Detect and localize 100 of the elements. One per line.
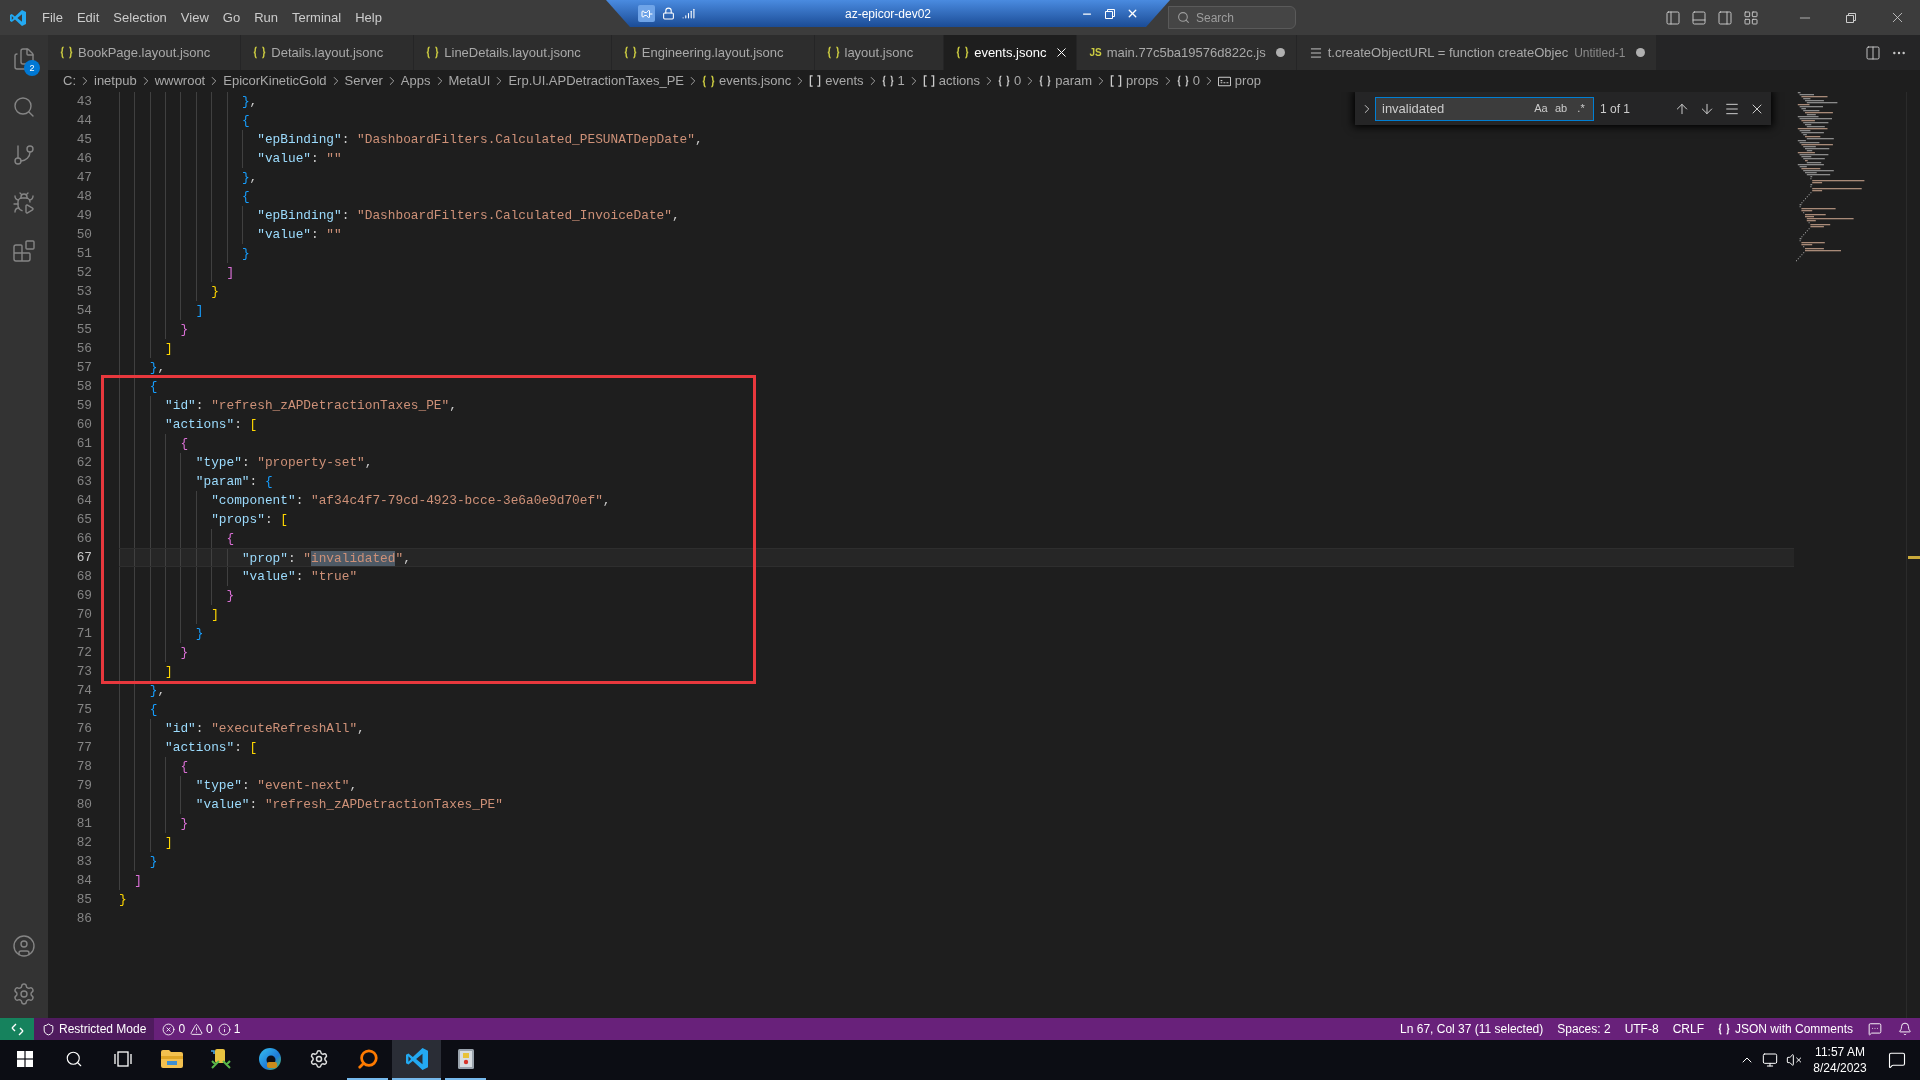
breadcrumb-item[interactable]: props: [1110, 71, 1159, 91]
tab[interactable]: t.createObjectURL = function createObjec Untitled-1: [1296, 35, 1657, 70]
code-line: "id": "refresh_zAPDetractionTaxes_PE",: [165, 397, 457, 415]
status-item[interactable]: UTF-8: [1617, 1018, 1666, 1040]
braces-icon: [623, 46, 637, 59]
tab[interactable]: JS main.77c5ba19576d822c.js: [1077, 35, 1297, 70]
menu-item[interactable]: Selection: [106, 6, 174, 29]
line-number: 77: [75, 739, 92, 757]
line-number: 46: [75, 150, 92, 168]
breadcrumb-item[interactable]: prop: [1217, 71, 1261, 91]
line-number: 48: [75, 188, 92, 206]
panel-right-icon[interactable]: [1717, 9, 1733, 26]
line-number: 85: [75, 891, 92, 909]
tools-icon[interactable]: [209, 1048, 232, 1070]
tab[interactable]: events.jsonc: [944, 35, 1078, 70]
split-editor-icon[interactable]: [1865, 44, 1881, 61]
code-line: },: [149, 359, 166, 377]
option-toggle[interactable]: .*: [1571, 99, 1591, 118]
breadcrumb-item[interactable]: MetaUI: [448, 71, 491, 91]
restricted-mode-button[interactable]: Restricted Mode: [34, 1018, 155, 1040]
tab[interactable]: LineDetails.layout.jsonc: [414, 35, 612, 70]
folder-icon[interactable]: [160, 1050, 183, 1068]
status-item[interactable]: Ln 67, Col 37 (11 selected): [1393, 1018, 1551, 1040]
menu-item[interactable]: View: [173, 6, 216, 29]
option-toggle[interactable]: Aa: [1531, 99, 1551, 118]
line-number: 53: [75, 283, 92, 301]
breadcrumb-item[interactable]: 0: [998, 71, 1022, 91]
files-icon[interactable]: [12, 47, 36, 71]
line-number: 47: [75, 169, 92, 187]
breadcrumb-item[interactable]: EpicorKineticGold: [223, 71, 327, 91]
browser-icon[interactable]: [258, 1048, 281, 1070]
option-toggle[interactable]: ab: [1551, 99, 1571, 118]
line-number: 51: [75, 245, 92, 263]
breadcrumb-item[interactable]: Server: [344, 71, 383, 91]
code-line: }: [180, 815, 189, 833]
status-item[interactable]: JSON with Comments: [1710, 1018, 1860, 1040]
panel-bottom-icon[interactable]: [1691, 9, 1707, 26]
breadcrumb-item[interactable]: actions: [922, 71, 980, 91]
breadcrumb-item[interactable]: 1: [881, 71, 905, 91]
menu-item[interactable]: Edit: [69, 6, 107, 29]
session-title: az-epicor-dev02: [844, 5, 931, 23]
muted-speaker-icon[interactable]: [1786, 1052, 1802, 1068]
code-line: "value": "refresh_zAPDetractionTaxes_PE": [195, 796, 503, 814]
line-number: 57: [75, 359, 92, 377]
breadcrumb-item[interactable]: param: [1039, 71, 1093, 91]
pin-icon[interactable]: [638, 5, 655, 22]
find-input[interactable]: invalidated Aa ab .*: [1375, 96, 1594, 121]
breadcrumb-item[interactable]: C:: [63, 71, 76, 91]
task-view-icon[interactable]: [113, 1051, 132, 1067]
document-app-icon[interactable]: [457, 1049, 474, 1069]
line-number: 84: [75, 872, 92, 890]
breadcrumb-item[interactable]: events.jsonc: [702, 71, 792, 91]
clock-time[interactable]: 11:57 AM: [1815, 1044, 1865, 1060]
editor-logo-icon[interactable]: [405, 1048, 428, 1070]
menu-item[interactable]: Terminal: [285, 6, 349, 29]
status-item[interactable]: CRLF: [1665, 1018, 1711, 1040]
clock-date[interactable]: 8/24/2023: [1813, 1060, 1867, 1076]
breadcrumb-item[interactable]: 0: [1176, 71, 1200, 91]
account-icon[interactable]: [12, 934, 36, 958]
layout-grid-icon[interactable]: [1743, 9, 1759, 26]
search-icon: [1177, 11, 1190, 24]
line-number: 49: [75, 207, 92, 225]
code-line: }: [180, 321, 189, 339]
braces-icon: [826, 46, 840, 59]
menu-item[interactable]: Help: [348, 6, 389, 29]
notification-icon[interactable]: [1888, 1051, 1906, 1069]
panel-left-icon[interactable]: [1665, 9, 1681, 26]
bug-play-icon[interactable]: [12, 191, 36, 215]
breadcrumb-item[interactable]: events: [809, 71, 864, 91]
settings-icon[interactable]: [12, 982, 36, 1006]
speech-bubble-icon[interactable]: [1868, 1022, 1882, 1036]
taskbar-button[interactable]: [392, 1040, 441, 1080]
network-icon[interactable]: [1762, 1052, 1778, 1068]
tab[interactable]: Details.layout.jsonc: [241, 35, 415, 70]
code-line: {: [149, 378, 158, 396]
code-line: ]: [226, 264, 235, 282]
bell-icon[interactable]: [1898, 1022, 1912, 1036]
menu-item[interactable]: File: [35, 6, 70, 29]
extensions-icon[interactable]: [12, 239, 36, 263]
menu-item[interactable]: Run: [247, 6, 285, 29]
start-icon[interactable]: [16, 1051, 33, 1067]
tab[interactable]: BookPage.layout.jsonc: [48, 35, 242, 70]
breadcrumb-item[interactable]: inetpub: [94, 71, 137, 91]
search-icon[interactable]: [64, 1050, 83, 1068]
status-item[interactable]: Spaces: 2: [1550, 1018, 1618, 1040]
problems-button[interactable]: 0 0 1: [154, 1018, 251, 1040]
tab[interactable]: layout.jsonc: [814, 35, 945, 70]
breadcrumb-item[interactable]: Erp.UI.APDetractionTaxes_PE: [508, 71, 684, 91]
magnifier-icon[interactable]: [356, 1048, 379, 1070]
restore-icon[interactable]: [1846, 12, 1856, 23]
search-field[interactable]: Search: [1168, 6, 1296, 29]
close-icon[interactable]: [1126, 7, 1139, 20]
menu-item[interactable]: Go: [215, 6, 248, 29]
breadcrumb-item[interactable]: wwwroot: [154, 71, 206, 91]
branch-icon[interactable]: [12, 143, 36, 167]
code-line: "epBinding": "DashboardFilters.Calculated_InvoiceDate",: [257, 207, 680, 225]
string-symbol-icon: [1217, 74, 1231, 88]
gear-icon[interactable]: [308, 1049, 329, 1069]
tab[interactable]: Engineering.layout.jsonc: [611, 35, 815, 70]
breadcrumb-item[interactable]: Apps: [400, 71, 431, 91]
